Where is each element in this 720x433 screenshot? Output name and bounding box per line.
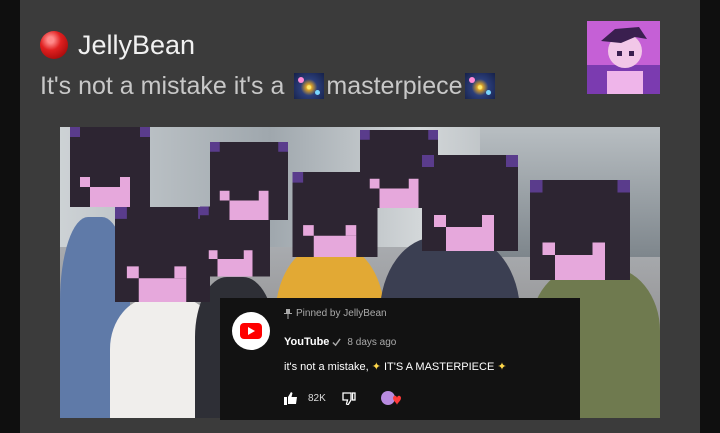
pinned-label: Pinned by JellyBean: [296, 308, 387, 319]
firework-icon: [464, 73, 495, 99]
pixel-head: [70, 127, 150, 207]
comment-text: it's not a mistake, ✦ IT'S A MASTERPIECE…: [284, 360, 507, 373]
thumbs-up-icon[interactable]: [284, 391, 298, 405]
post-title: It's not a mistake it's a masterpiece: [40, 68, 497, 104]
sparkles-icon: ✦: [497, 361, 507, 373]
post-header: JellyBean: [40, 28, 195, 62]
comment-author[interactable]: YouTube: [284, 336, 329, 348]
pixel-head: [530, 180, 630, 280]
comment-text-2: IT'S A MASTERPIECE: [383, 361, 495, 373]
pinned-label-row: Pinned by JellyBean: [284, 308, 387, 319]
pixel-head: [115, 207, 210, 302]
like-count: 82K: [308, 392, 326, 404]
pinned-comment: Pinned by JellyBean YouTube 8 days ago i…: [220, 298, 580, 420]
title-text-1: It's not a mistake it's a: [40, 71, 285, 100]
pixel-head: [422, 155, 518, 251]
youtube-avatar[interactable]: [232, 312, 270, 350]
title-text-2: masterpiece: [326, 71, 463, 100]
youtube-logo-icon: [240, 323, 262, 339]
comment-text-1: it's not a mistake,: [284, 361, 369, 373]
pixel-head: [210, 142, 288, 220]
channel-avatar[interactable]: [587, 21, 660, 94]
verified-check-icon: [332, 337, 342, 346]
comment-time: 8 days ago: [347, 336, 397, 348]
firework-icon: [294, 73, 325, 99]
red-circle-icon: [40, 31, 68, 59]
channel-name[interactable]: JellyBean: [78, 30, 195, 61]
pin-icon: [284, 308, 292, 319]
comment-actions: 82K: [284, 390, 402, 406]
creator-heart-icon: [380, 390, 402, 406]
thumbs-down-icon[interactable]: [342, 391, 356, 405]
comment-author-line: YouTube 8 days ago: [284, 336, 396, 348]
sparkles-icon: ✦: [371, 361, 381, 373]
